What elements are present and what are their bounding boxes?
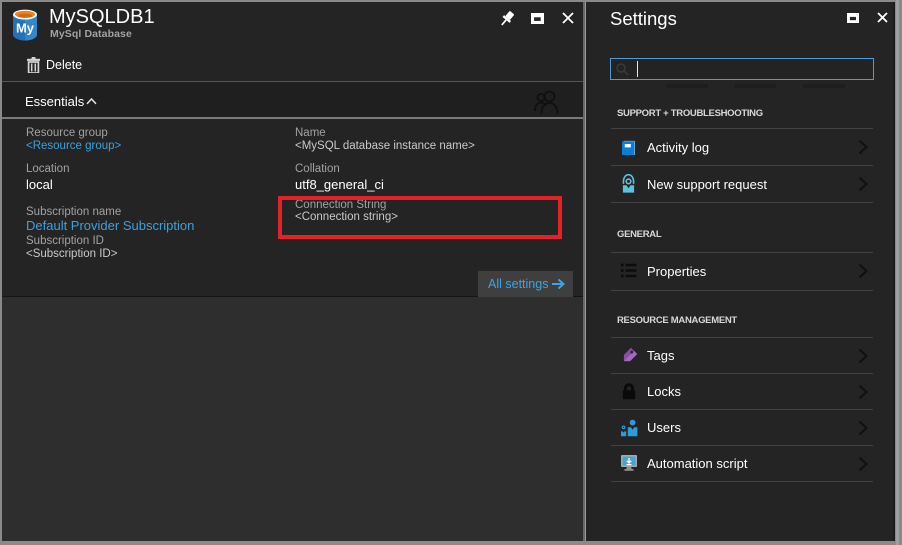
svg-text:My: My — [16, 21, 35, 36]
